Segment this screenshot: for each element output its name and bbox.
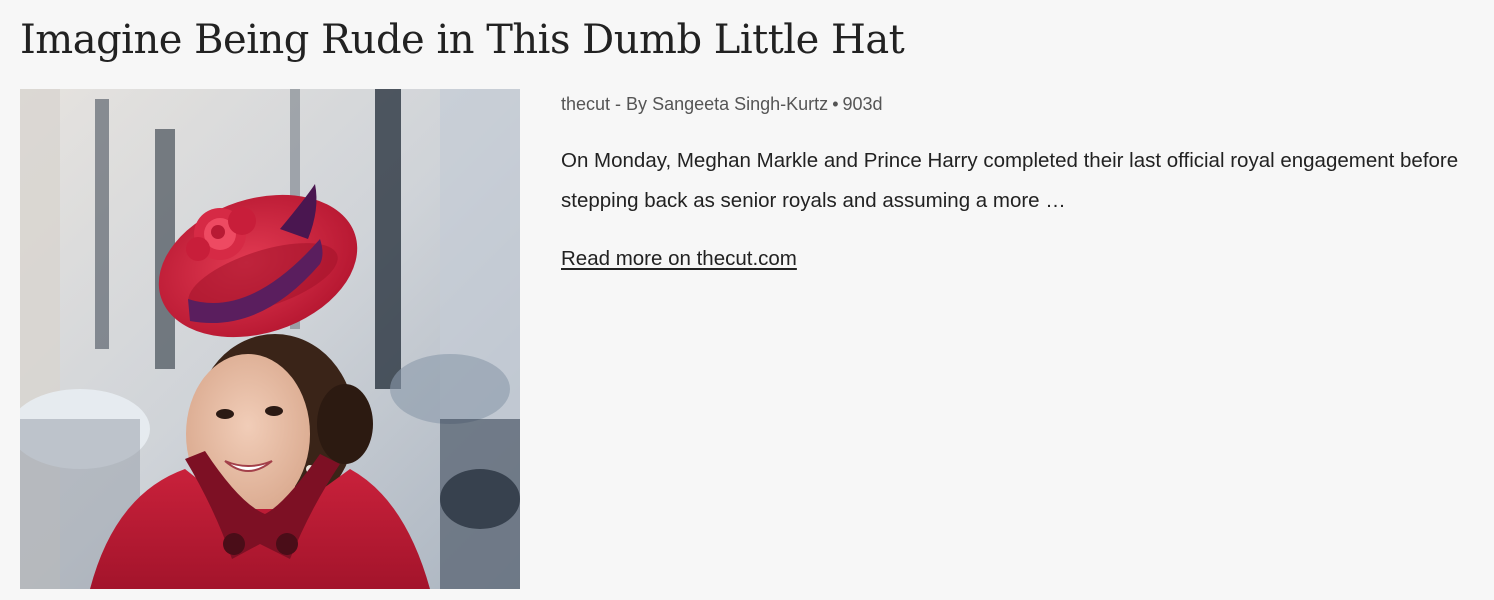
source-name: thecut: [561, 94, 611, 114]
byline-prefix: - By: [610, 94, 653, 114]
author-name: Sangeeta Singh-Kurtz: [652, 94, 829, 114]
article-title[interactable]: Imagine Being Rude in This Dumb Little H…: [20, 12, 905, 68]
read-more-link[interactable]: Read more on thecut.com: [561, 243, 797, 275]
article-thumbnail[interactable]: [20, 89, 520, 589]
separator-dot: •: [832, 94, 839, 114]
article-meta: thecut - By Sangeeta Singh-Kurtz • 903d: [561, 92, 883, 116]
article-summary: On Monday, Meghan Markle and Prince Harr…: [561, 149, 1459, 212]
article-age: 903d: [842, 94, 883, 114]
woman-in-red-hat-photo: [20, 89, 520, 589]
